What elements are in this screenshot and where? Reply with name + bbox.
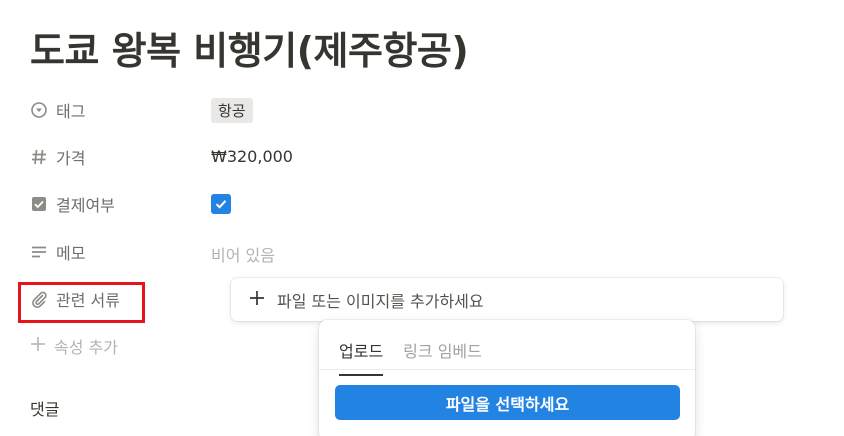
price-value[interactable]: ₩320,000 <box>211 147 293 166</box>
select-icon <box>30 101 48 119</box>
plus-icon <box>30 336 46 356</box>
property-row-memo[interactable]: 메모 <box>30 238 85 266</box>
add-property-label: 속성 추가 <box>54 338 118 357</box>
property-value-memo[interactable]: 비어 있음 <box>211 242 275 266</box>
choose-file-button[interactable]: 파일을 선택하세요 <box>335 385 680 420</box>
add-file-label: 파일 또는 이미지를 추가하세요 <box>277 291 484 311</box>
property-label-text: 가격 <box>56 149 86 168</box>
popup-tabs: 업로드 링크 임베드 <box>339 338 482 376</box>
property-label-tag[interactable]: 태그 <box>30 98 85 122</box>
paid-checkbox[interactable] <box>211 194 231 214</box>
highlight-annotation-box <box>18 282 145 323</box>
comments-heading: 댓글 <box>30 400 60 419</box>
property-value-price[interactable]: ₩320,000 <box>211 147 293 166</box>
property-row-tag[interactable]: 태그 <box>30 96 85 124</box>
tab-embed-link[interactable]: 링크 임베드 <box>403 338 482 376</box>
property-row-price[interactable]: 가격 <box>30 143 85 171</box>
checkbox-icon <box>30 195 48 213</box>
property-label-text: 메모 <box>56 244 86 263</box>
property-label-price[interactable]: 가격 <box>30 145 85 169</box>
property-row-paid[interactable]: 결제여부 <box>30 190 115 218</box>
add-property-button[interactable]: 속성 추가 <box>30 334 118 358</box>
memo-empty-placeholder[interactable]: 비어 있음 <box>211 242 275 266</box>
tag-chip[interactable]: 항공 <box>211 98 253 123</box>
check-icon <box>215 200 227 209</box>
property-label-text: 결제여부 <box>56 196 115 215</box>
page-title[interactable]: 도쿄 왕복 비행기(제주항공) <box>30 20 469 75</box>
property-value-tag[interactable]: 항공 <box>211 98 253 123</box>
hash-icon <box>30 148 48 166</box>
property-label-paid[interactable]: 결제여부 <box>30 192 115 216</box>
add-file-button[interactable]: 파일 또는 이미지를 추가하세요 <box>231 278 783 321</box>
property-label-text: 태그 <box>56 102 86 121</box>
text-lines-icon <box>30 243 48 261</box>
popup-divider <box>319 369 695 370</box>
upload-popup: 업로드 링크 임베드 파일을 선택하세요 <box>319 320 695 436</box>
property-value-paid[interactable] <box>211 194 231 214</box>
plus-icon <box>249 290 265 310</box>
property-label-memo[interactable]: 메모 <box>30 240 85 264</box>
tab-upload[interactable]: 업로드 <box>339 338 384 376</box>
